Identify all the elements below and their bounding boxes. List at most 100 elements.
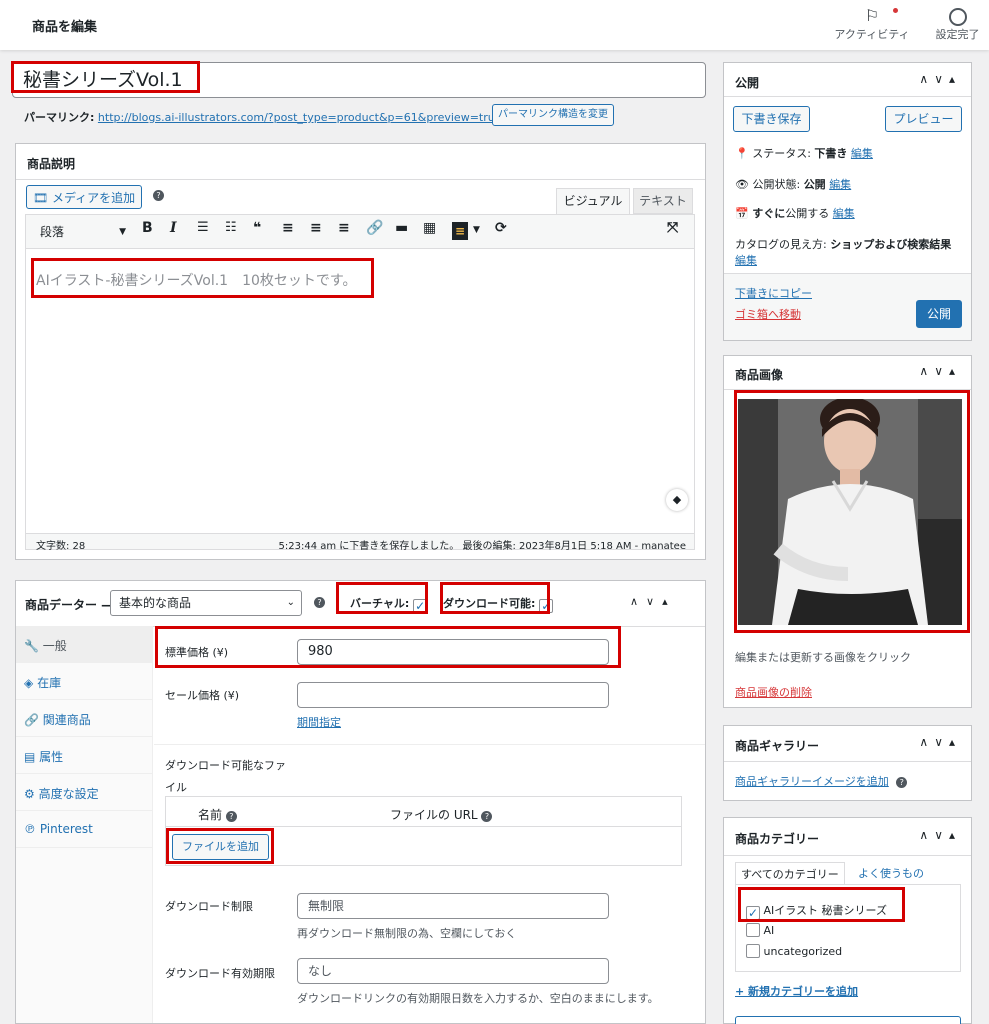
downloadable-checkbox[interactable]: ✓	[539, 599, 554, 613]
trash-link[interactable]: ゴミ箱へ移動	[735, 306, 801, 322]
tab-visual[interactable]: ビジュアル	[556, 188, 630, 214]
wrench-icon: 🔧	[24, 639, 39, 653]
product-image[interactable]	[738, 399, 962, 625]
add-category-link[interactable]: + 新規カテゴリーを追加	[735, 983, 858, 999]
download-expiry-input[interactable]: なし	[297, 958, 609, 984]
downloadable-files-label: ダウンロード可能なファ	[165, 759, 286, 772]
chevron-down-icon: ⌄	[286, 597, 295, 608]
tab-all-categories[interactable]: すべてのカテゴリー	[735, 862, 845, 884]
category-checkbox[interactable]: ✓	[746, 906, 760, 920]
virtual-checkbox[interactable]: ✓	[413, 599, 428, 613]
align-right-icon[interactable]: ≡	[338, 220, 350, 236]
tab-inventory[interactable]: ◈ 在庫	[16, 663, 153, 700]
link-icon[interactable]: 🔗	[366, 220, 383, 236]
circle-icon	[930, 6, 985, 26]
help-icon[interactable]: ?	[153, 190, 164, 201]
files-col-url: ファイルの URL ?	[390, 806, 493, 823]
help-icon[interactable]: ?	[481, 811, 493, 822]
category-item[interactable]: uncategorized	[746, 944, 842, 958]
eye-icon: 👁	[735, 178, 749, 191]
read-more-icon[interactable]: ▬	[395, 220, 408, 236]
tab-linked-products[interactable]: 🔗 関連商品	[16, 700, 153, 737]
align-center-icon[interactable]: ≡	[310, 220, 322, 236]
visibility-row: 👁 公開状態: 公開 編集	[735, 178, 852, 191]
regular-price-label: 標準価格 (¥)	[165, 646, 229, 659]
bold-button[interactable]: B	[142, 220, 153, 236]
setup-complete-button[interactable]: 設定完了	[930, 6, 985, 42]
tab-pinterest[interactable]: ℗ Pinterest	[16, 811, 153, 848]
plugin-icon[interactable]: ≡	[452, 222, 468, 240]
add-gallery-link[interactable]: 商品ギャラリーイメージを追加	[735, 775, 889, 788]
category-item[interactable]: ✓ AIイラスト 秘書シリーズ	[746, 902, 887, 920]
flag-icon: ⚐	[864, 6, 880, 25]
tab-attributes[interactable]: ▤ 属性	[16, 737, 153, 774]
regular-price-input[interactable]: 980	[297, 639, 609, 665]
edit-status-link[interactable]: 編集	[851, 147, 873, 160]
schedule-link[interactable]: 期間指定	[297, 714, 341, 730]
tab-popular-categories[interactable]: よく使うもの	[858, 865, 924, 881]
tab-advanced[interactable]: ⚙ 高度な設定	[16, 774, 153, 811]
virtual-checkbox-label[interactable]: バーチャル: ✓	[350, 595, 428, 613]
download-limit-input[interactable]: 無制限	[297, 893, 609, 919]
publish-button[interactable]: 公開	[916, 300, 962, 328]
publish-title: 公開	[735, 76, 760, 90]
tab-text[interactable]: テキスト	[633, 188, 693, 214]
add-file-button[interactable]: ファイルを追加	[172, 834, 269, 860]
activity-button[interactable]: ⚐ アクティビティ	[832, 6, 912, 42]
bullet-list-icon[interactable]: ☰	[197, 220, 209, 235]
numbered-list-icon[interactable]: ☷	[225, 220, 237, 235]
box-controls[interactable]: ∧∨▴	[919, 72, 961, 86]
product-type-select[interactable]: 基本的な商品 ⌄	[110, 590, 302, 616]
catalog-row: カタログの見え方: ショップおよび検索結果	[735, 238, 952, 251]
chevron-down-icon: ▼	[119, 227, 126, 237]
post-title-input[interactable]: 秘書シリーズVol.1	[12, 62, 706, 98]
refresh-icon[interactable]: ⟳	[495, 220, 507, 236]
sale-price-label: セール価格 (¥)	[165, 689, 240, 702]
pin-icon: 📍	[735, 147, 749, 160]
downloadable-files-label-2: イル	[165, 781, 187, 794]
calendar-icon: 📅	[735, 207, 749, 220]
help-icon[interactable]: ?	[896, 777, 908, 788]
autosave-status: 5:23:44 am に下書きを保存しました。 最後の編集: 2023年8月1日…	[278, 541, 687, 552]
top-bar: 商品を編集 ⚐ アクティビティ 設定完了	[0, 0, 989, 50]
pinterest-icon: ℗	[24, 822, 36, 836]
divider	[154, 744, 705, 745]
gallery-add-row: 商品ギャラリーイメージを追加 ?	[735, 773, 908, 789]
box-controls[interactable]: ∧∨▴	[919, 735, 961, 749]
category-checkbox[interactable]	[746, 923, 760, 937]
copy-draft-link[interactable]: 下書きにコピー	[735, 285, 812, 301]
save-draft-button[interactable]: 下書き保存	[733, 106, 810, 132]
gallery-box: 商品ギャラリー ∧∨▴	[723, 725, 972, 801]
new-category-input[interactable]	[735, 1016, 961, 1024]
category-checkbox[interactable]	[746, 944, 760, 958]
sale-price-input[interactable]	[297, 682, 609, 708]
category-item[interactable]: AI	[746, 923, 774, 937]
help-icon[interactable]: ?	[225, 811, 237, 822]
align-left-icon[interactable]: ≡	[282, 220, 294, 236]
preview-button[interactable]: プレビュー	[885, 106, 962, 132]
box-controls[interactable]: ∧∨▴	[919, 364, 961, 378]
edit-time-link[interactable]: 編集	[833, 207, 855, 220]
assistant-icon[interactable]: ◆	[666, 489, 688, 511]
change-permalink-button[interactable]: パーマリンク構造を変更	[492, 104, 614, 126]
plugin-dropdown-icon[interactable]: ▼	[473, 225, 480, 235]
help-icon[interactable]: ?	[314, 597, 325, 608]
edit-catalog-link[interactable]: 編集	[735, 252, 757, 268]
gallery-title: 商品ギャラリー	[735, 739, 820, 753]
downloadable-checkbox-label[interactable]: ダウンロード可能: ✓	[443, 595, 554, 613]
box-controls[interactable]: ∧∨▴	[919, 828, 961, 842]
box-controls[interactable]: ∧∨▴	[630, 595, 676, 608]
edit-visibility-link[interactable]: 編集	[829, 178, 851, 191]
blockquote-icon[interactable]: ❝	[253, 220, 261, 236]
image-hint: 編集または更新する画像をクリック	[735, 651, 911, 664]
format-select[interactable]: 段落 ▼	[33, 221, 131, 243]
add-media-button[interactable]: 🎞 メディアを追加	[26, 185, 142, 209]
toolbar-toggle-icon[interactable]: ▦	[423, 220, 436, 236]
editor-content[interactable]: AIイラスト-秘書シリーズVol.1 10枚セットです。	[36, 270, 357, 290]
fullscreen-icon[interactable]: ⤧	[667, 220, 678, 236]
permalink-url-link[interactable]: http://blogs.ai-illustrators.com/?post_t…	[98, 111, 502, 124]
remove-image-link[interactable]: 商品画像の削除	[735, 684, 812, 700]
tab-general[interactable]: 🔧 一般	[16, 626, 153, 663]
italic-button[interactable]: I	[170, 220, 177, 236]
notification-dot	[893, 8, 898, 13]
